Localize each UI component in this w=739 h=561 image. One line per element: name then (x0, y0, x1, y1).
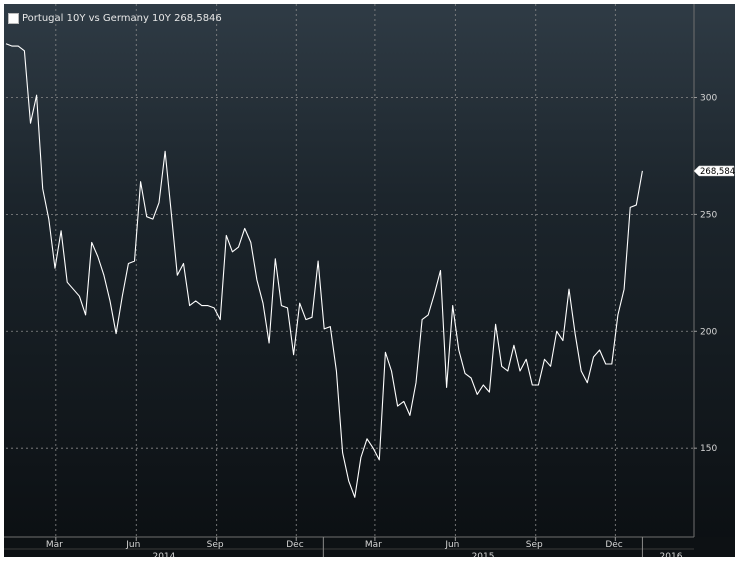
x-tick-label: Sep (207, 540, 224, 550)
x-tick-label: Mar (46, 540, 63, 550)
y-tick-label: 250 (700, 210, 717, 220)
y-tick-label: 300 (700, 94, 717, 104)
legend-label: Portugal 10Y vs Germany 10Y 268,5846 (22, 13, 222, 24)
x-tick-label: Dec (605, 540, 622, 550)
x-tick-label: Sep (526, 540, 543, 550)
chart-frame: 150 200 250 300 Mar Jun Sep Dec Mar Jun Sep Dec 2014… (4, 4, 735, 557)
chart-plot: 150 200 250 300 Mar Jun Sep Dec Mar Jun Sep Dec 2014… (4, 4, 735, 557)
x-tick-label: Jun (125, 540, 140, 550)
y-tick-label: 150 (700, 444, 717, 454)
series-line (5, 43, 643, 498)
x-tick-label: Jun (444, 540, 459, 550)
x-tick-label: Mar (365, 540, 382, 550)
year-label: 2015 (472, 552, 495, 557)
legend: Portugal 10Y vs Germany 10Y 268,5846 (8, 13, 222, 24)
legend-swatch (8, 13, 19, 24)
y-tick-label: 200 (700, 327, 717, 337)
year-label: 2014 (152, 552, 175, 557)
last-value-label: 268,5846 (700, 167, 735, 177)
year-label: 2016 (660, 552, 683, 557)
x-tick-label: Dec (286, 540, 303, 550)
